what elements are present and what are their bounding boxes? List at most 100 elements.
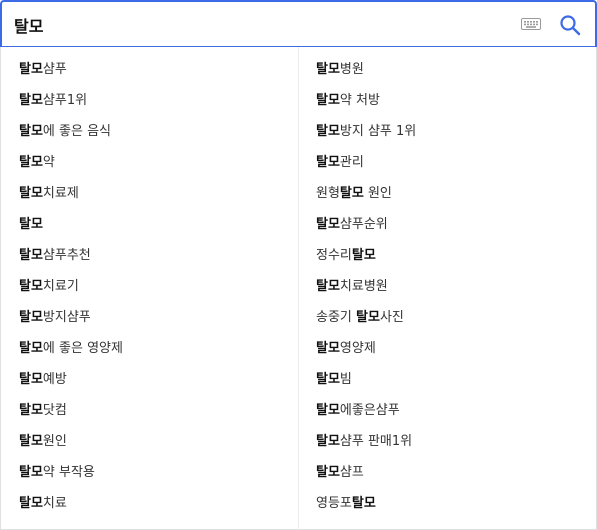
suggestion-match: 탈모 bbox=[316, 62, 340, 77]
suggestion-match: 탈모 bbox=[316, 93, 340, 108]
suggestion-match: 탈모 bbox=[19, 155, 43, 170]
suggestion-item[interactable]: 탈모원인 bbox=[19, 426, 289, 457]
suggestion-item[interactable]: 탈모병원 bbox=[316, 54, 586, 85]
suggestion-suffix: 샴푸순위 bbox=[339, 217, 388, 232]
suggestion-match: 탈모 bbox=[316, 341, 340, 356]
suggestion-item[interactable]: 탈모관리 bbox=[316, 147, 586, 178]
suggestion-suffix: 샴푸 판매1위 bbox=[339, 434, 413, 449]
suggestion-item[interactable]: 탈모샴푸추천 bbox=[19, 240, 289, 271]
suggestion-column-left: 탈모샴푸 탈모샴푸1위 탈모에 좋은 음식 탈모약 탈모치료제 탈모 탈모샴푸추천 탈모치료기… bbox=[19, 54, 289, 519]
suggestion-item[interactable]: 탈모 bbox=[19, 209, 289, 240]
suggestion-suffix: 방지 샴푸 1위 bbox=[339, 124, 417, 139]
search-icon bbox=[560, 15, 581, 36]
suggestion-item[interactable]: 영등포탈모 bbox=[316, 488, 586, 519]
suggestion-match: 탈모 bbox=[19, 434, 43, 449]
suggestion-match: 탈모 bbox=[316, 155, 340, 170]
suggestion-suffix: 샴프 bbox=[339, 465, 364, 480]
suggestion-suffix: 원인 bbox=[42, 434, 67, 449]
column-divider bbox=[298, 47, 299, 530]
suggestion-match: 탈모 bbox=[316, 465, 340, 480]
search-input[interactable] bbox=[14, 12, 494, 38]
suggestion-match: 탈모 bbox=[316, 434, 340, 449]
suggestion-item[interactable]: 정수리탈모 bbox=[316, 240, 586, 271]
suggestion-match: 탈모 bbox=[339, 186, 364, 201]
suggestion-suffix: 닷컴 bbox=[42, 403, 67, 418]
suggestion-prefix: 정수리 bbox=[316, 248, 352, 263]
suggestion-item[interactable]: 탈모에 좋은 영양제 bbox=[19, 333, 289, 364]
suggestion-match: 탈모 bbox=[19, 372, 43, 387]
suggestion-suffix: 방지샴푸 bbox=[42, 310, 91, 325]
suggestion-suffix: 치료 bbox=[42, 496, 67, 511]
suggestion-match: 탈모 bbox=[19, 279, 43, 294]
suggestion-item[interactable]: 탈모약 bbox=[19, 147, 289, 178]
suggestion-suffix: 사진 bbox=[379, 310, 404, 325]
suggestion-suffix: 약 처방 bbox=[339, 93, 380, 108]
suggestion-item[interactable]: 탈모방지샴푸 bbox=[19, 302, 289, 333]
suggestion-item[interactable]: 탈모샴푸 판매1위 bbox=[316, 426, 586, 457]
suggestion-suffix: 에좋은샴푸 bbox=[339, 403, 400, 418]
suggestion-match: 탈모 bbox=[356, 310, 380, 325]
suggestion-match: 탈모 bbox=[19, 124, 43, 139]
suggestion-match: 탈모 bbox=[19, 341, 43, 356]
suggestion-item[interactable]: 탈모영양제 bbox=[316, 333, 586, 364]
suggestion-item[interactable]: 탈모치료 bbox=[19, 488, 289, 519]
suggestion-suffix: 치료병원 bbox=[339, 279, 388, 294]
suggestion-match: 탈모 bbox=[19, 310, 43, 325]
suggestion-match: 탈모 bbox=[19, 496, 43, 511]
suggestion-match: 탈모 bbox=[19, 403, 43, 418]
suggestion-match: 탈모 bbox=[316, 372, 340, 387]
suggestion-suffix: 에 좋은 영양제 bbox=[42, 341, 123, 356]
suggestion-suffix: 예방 bbox=[42, 372, 67, 387]
suggestion-suffix: 영양제 bbox=[339, 341, 376, 356]
suggestion-match: 탈모 bbox=[19, 62, 43, 77]
suggestion-suffix: 치료제 bbox=[42, 186, 79, 201]
suggestion-suffix: 병원 bbox=[339, 62, 364, 77]
suggestion-match: 탈모 bbox=[19, 248, 43, 263]
suggestion-item[interactable]: 탈모치료병원 bbox=[316, 271, 586, 302]
search-box bbox=[0, 0, 597, 48]
suggestion-item[interactable]: 탈모샴푸순위 bbox=[316, 209, 586, 240]
suggestion-item[interactable]: 탈모예방 bbox=[19, 364, 289, 395]
suggestion-match: 탈모 bbox=[316, 124, 340, 139]
suggestion-suffix: 약 bbox=[42, 155, 55, 170]
suggestion-item[interactable]: 탈모에 좋은 음식 bbox=[19, 116, 289, 147]
suggestion-item[interactable]: 탈모치료제 bbox=[19, 178, 289, 209]
suggestion-match: 탈모 bbox=[316, 403, 340, 418]
suggestion-suffix: 관리 bbox=[339, 155, 364, 170]
suggestion-prefix: 원형 bbox=[316, 186, 340, 201]
suggestion-item[interactable]: 탈모샴푸 bbox=[19, 54, 289, 85]
suggestion-item[interactable]: 탈모샴프 bbox=[316, 457, 586, 488]
suggestion-match: 탈모 bbox=[316, 217, 340, 232]
suggestion-item[interactable]: 탈모치료기 bbox=[19, 271, 289, 302]
suggestion-match: 탈모 bbox=[351, 496, 376, 511]
suggestion-suffix: 빔 bbox=[339, 372, 352, 387]
search-button[interactable] bbox=[558, 13, 582, 37]
suggestion-match: 탈모 bbox=[351, 248, 376, 263]
suggestion-suffix: 약 부작용 bbox=[42, 465, 95, 480]
suggestion-item[interactable]: 탈모에좋은샴푸 bbox=[316, 395, 586, 426]
suggestion-item[interactable]: 탈모약 처방 bbox=[316, 85, 586, 116]
suggestion-prefix: 송중기 bbox=[316, 310, 357, 325]
suggestion-suffix: 샴푸추천 bbox=[42, 248, 91, 263]
suggestion-suffix: 에 좋은 음식 bbox=[42, 124, 111, 139]
suggestion-suffix: 치료기 bbox=[42, 279, 79, 294]
suggestion-match: 탈모 bbox=[19, 465, 43, 480]
suggestion-prefix: 영등포 bbox=[316, 496, 352, 511]
suggestion-column-right: 탈모병원 탈모약 처방 탈모방지 샴푸 1위 탈모관리 원형탈모 원인 탈모샴푸순위 정수리… bbox=[316, 54, 586, 519]
suggestion-match: 탈모 bbox=[19, 93, 43, 108]
suggestion-suffix: 원인 bbox=[363, 186, 392, 201]
suggestion-item[interactable]: 송중기 탈모사진 bbox=[316, 302, 586, 333]
suggestion-suffix: 샴푸1위 bbox=[42, 93, 88, 108]
suggestion-match: 탈모 bbox=[19, 186, 43, 201]
suggestion-item[interactable]: 탈모방지 샴푸 1위 bbox=[316, 116, 586, 147]
suggestion-item[interactable]: 탈모샴푸1위 bbox=[19, 85, 289, 116]
suggestion-match: 탈모 bbox=[19, 217, 43, 232]
suggestion-item[interactable]: 탈모닷컴 bbox=[19, 395, 289, 426]
suggestion-item[interactable]: 원형탈모 원인 bbox=[316, 178, 586, 209]
keyboard-icon[interactable] bbox=[519, 16, 543, 32]
suggestion-match: 탈모 bbox=[316, 279, 340, 294]
suggestion-suffix: 샴푸 bbox=[42, 62, 67, 77]
suggestion-item[interactable]: 탈모약 부작용 bbox=[19, 457, 289, 488]
suggestion-item[interactable]: 탈모빔 bbox=[316, 364, 586, 395]
suggestion-dropdown: 탈모샴푸 탈모샴푸1위 탈모에 좋은 음식 탈모약 탈모치료제 탈모 탈모샴푸추천 탈모치료기… bbox=[0, 47, 597, 530]
